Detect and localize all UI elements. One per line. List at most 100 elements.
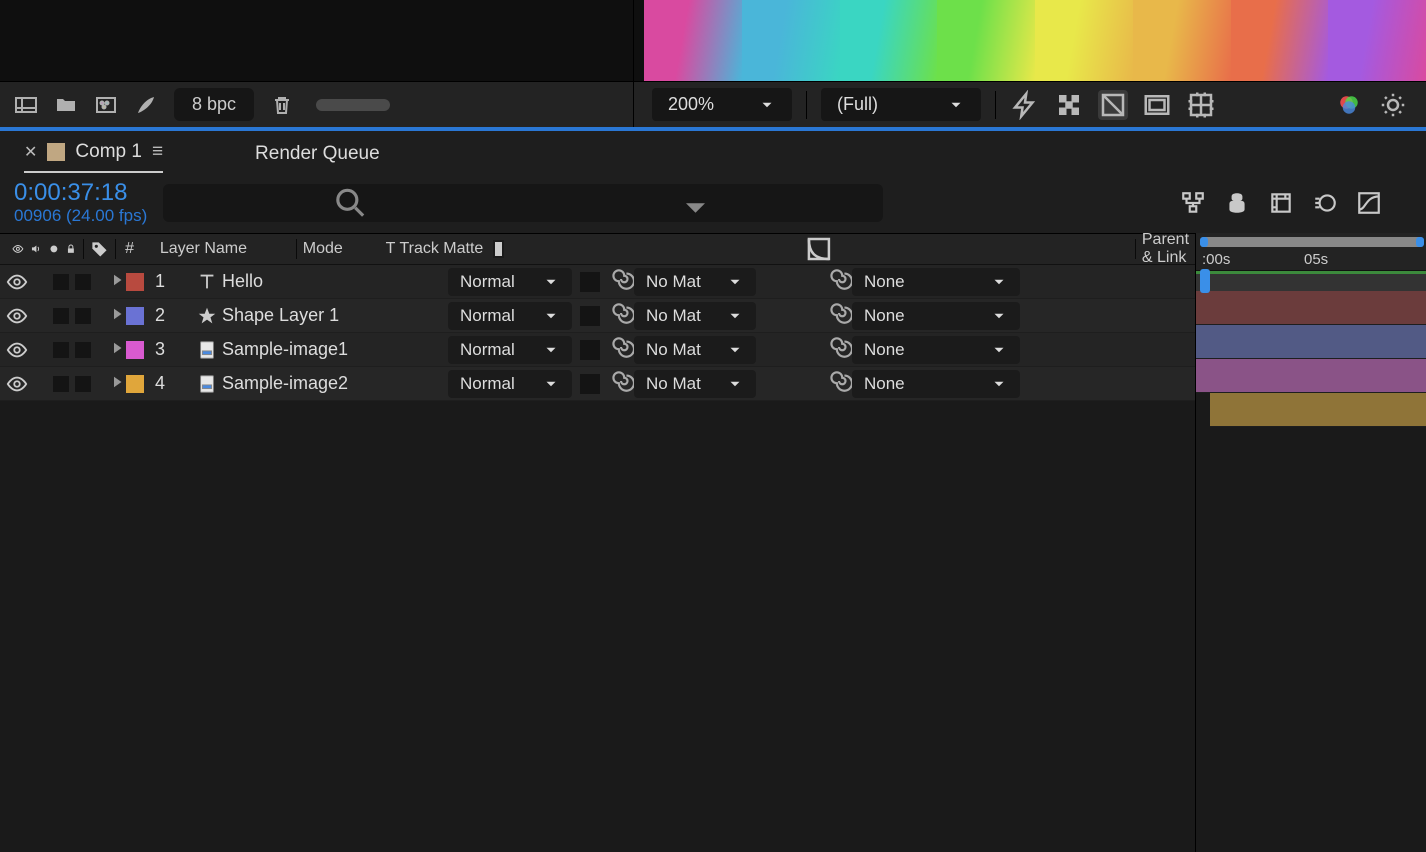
mask-visibility-icon[interactable] [1098,90,1128,120]
label-color[interactable] [126,341,144,359]
preserve-transparency-toggle[interactable] [580,272,600,292]
time-ruler[interactable]: :00s 05s [1196,233,1426,271]
speaker-icon[interactable] [30,243,42,255]
parent-pickwhip[interactable] [826,334,852,365]
close-icon[interactable]: ✕ [24,142,37,162]
layer-name[interactable]: Shape Layer 1 [218,305,448,326]
lock-toggle[interactable] [75,274,91,290]
solo-icon[interactable] [48,243,60,255]
tab-render-queue[interactable]: Render Queue [255,143,380,173]
adjustment-icon[interactable] [508,234,1130,264]
layer-name[interactable]: Sample-image2 [218,373,448,394]
new-comp-icon[interactable] [94,93,118,117]
eye-icon[interactable] [12,243,24,255]
tab-menu-icon[interactable]: ≡ [152,141,163,163]
visibility-toggle[interactable] [6,271,28,293]
twirl-icon[interactable] [108,373,126,394]
twirl-icon[interactable] [108,305,126,326]
track-matte-dropdown[interactable]: No Mat [634,268,756,296]
col-mode[interactable]: Mode [303,240,382,258]
resolution-dropdown[interactable]: (Full) [821,88,981,121]
blend-mode-dropdown[interactable]: Normal [448,370,572,398]
col-t[interactable]: T [382,240,400,258]
col-number[interactable]: # [121,240,138,258]
track-matte-dropdown[interactable]: No Mat [634,336,756,364]
col-track-matte[interactable]: Track Matte [399,240,493,258]
timecode-display[interactable]: 0:00:37:18 00906 (24.00 fps) [14,180,147,225]
solo-toggle[interactable] [53,342,69,358]
preserve-transparency-toggle[interactable] [580,374,600,394]
layer-search-input[interactable] [163,184,883,222]
solo-toggle[interactable] [53,308,69,324]
preserve-transparency-icon[interactable] [493,240,504,258]
zoom-dropdown[interactable]: 200% [652,88,792,121]
work-area[interactable] [1196,271,1426,291]
safe-zones-icon[interactable] [1142,90,1172,120]
col-layer-name[interactable]: Layer Name [156,240,290,258]
transparency-grid-icon[interactable] [1054,90,1084,120]
parent-pickwhip[interactable] [826,266,852,297]
layer-duration-bar[interactable] [1210,393,1426,427]
bpc-button[interactable]: 8 bpc [174,88,254,121]
lock-toggle[interactable] [75,376,91,392]
track-matte-pickwhip[interactable] [608,266,634,297]
layer-duration-bar[interactable] [1196,291,1426,325]
lock-icon[interactable] [65,243,77,255]
track-matte-dropdown[interactable]: No Mat [634,302,756,330]
visibility-toggle[interactable] [6,305,28,327]
visibility-toggle[interactable] [6,373,28,395]
draft3d-icon[interactable] [1224,190,1250,216]
track-matte-pickwhip[interactable] [608,368,634,399]
exposure-icon[interactable] [1378,90,1408,120]
layer-row[interactable]: 4Sample-image2NormalNo MatNone [0,367,1195,401]
twirl-icon[interactable] [108,271,126,292]
parent-dropdown[interactable]: None [852,336,1020,364]
brush-icon[interactable] [134,93,158,117]
motion-blur-icon[interactable] [1312,190,1338,216]
fast-preview-icon[interactable] [1010,90,1040,120]
composition-preview[interactable] [644,0,1426,81]
preserve-transparency-toggle[interactable] [580,340,600,360]
layer-name[interactable]: Hello [218,271,448,292]
graph-editor-icon[interactable] [1356,190,1382,216]
layer-duration-bar[interactable] [1196,359,1426,393]
solo-toggle[interactable] [53,274,69,290]
tab-comp1[interactable]: ✕ Comp 1 ≡ [24,141,163,173]
frame-blend-icon[interactable] [1268,190,1294,216]
layer-name[interactable]: Sample-image1 [218,339,448,360]
parent-dropdown[interactable]: None [852,268,1020,296]
playhead[interactable] [1200,269,1210,293]
col-parent-link[interactable]: Parent & Link [1142,231,1189,267]
time-navigator[interactable] [1200,237,1424,247]
tag-icon[interactable] [90,240,109,259]
lock-toggle[interactable] [75,342,91,358]
visibility-toggle[interactable] [6,339,28,361]
grid-icon[interactable] [1186,90,1216,120]
blend-mode-dropdown[interactable]: Normal [448,336,572,364]
layer-duration-bar[interactable] [1196,325,1426,359]
solo-toggle[interactable] [53,376,69,392]
track-matte-pickwhip[interactable] [608,334,634,365]
blend-mode-dropdown[interactable]: Normal [448,268,572,296]
channels-icon[interactable] [1334,90,1364,120]
twirl-icon[interactable] [108,339,126,360]
layer-row[interactable]: 2Shape Layer 1NormalNo MatNone [0,299,1195,333]
lock-toggle[interactable] [75,308,91,324]
layer-row[interactable]: 3Sample-image1NormalNo MatNone [0,333,1195,367]
folder-icon[interactable] [54,93,78,117]
blend-mode-dropdown[interactable]: Normal [448,302,572,330]
parent-pickwhip[interactable] [826,368,852,399]
parent-dropdown[interactable]: None [852,370,1020,398]
parent-pickwhip[interactable] [826,300,852,331]
label-color[interactable] [126,273,144,291]
trash-icon[interactable] [270,93,294,117]
comp-flowchart-icon[interactable] [1180,190,1206,216]
layer-row[interactable]: 1HelloNormalNo MatNone [0,265,1195,299]
track-matte-dropdown[interactable]: No Mat [634,370,756,398]
parent-dropdown[interactable]: None [852,302,1020,330]
preserve-transparency-toggle[interactable] [580,306,600,326]
label-color[interactable] [126,307,144,325]
label-color[interactable] [126,375,144,393]
project-panel-icon[interactable] [14,93,38,117]
track-matte-pickwhip[interactable] [608,300,634,331]
